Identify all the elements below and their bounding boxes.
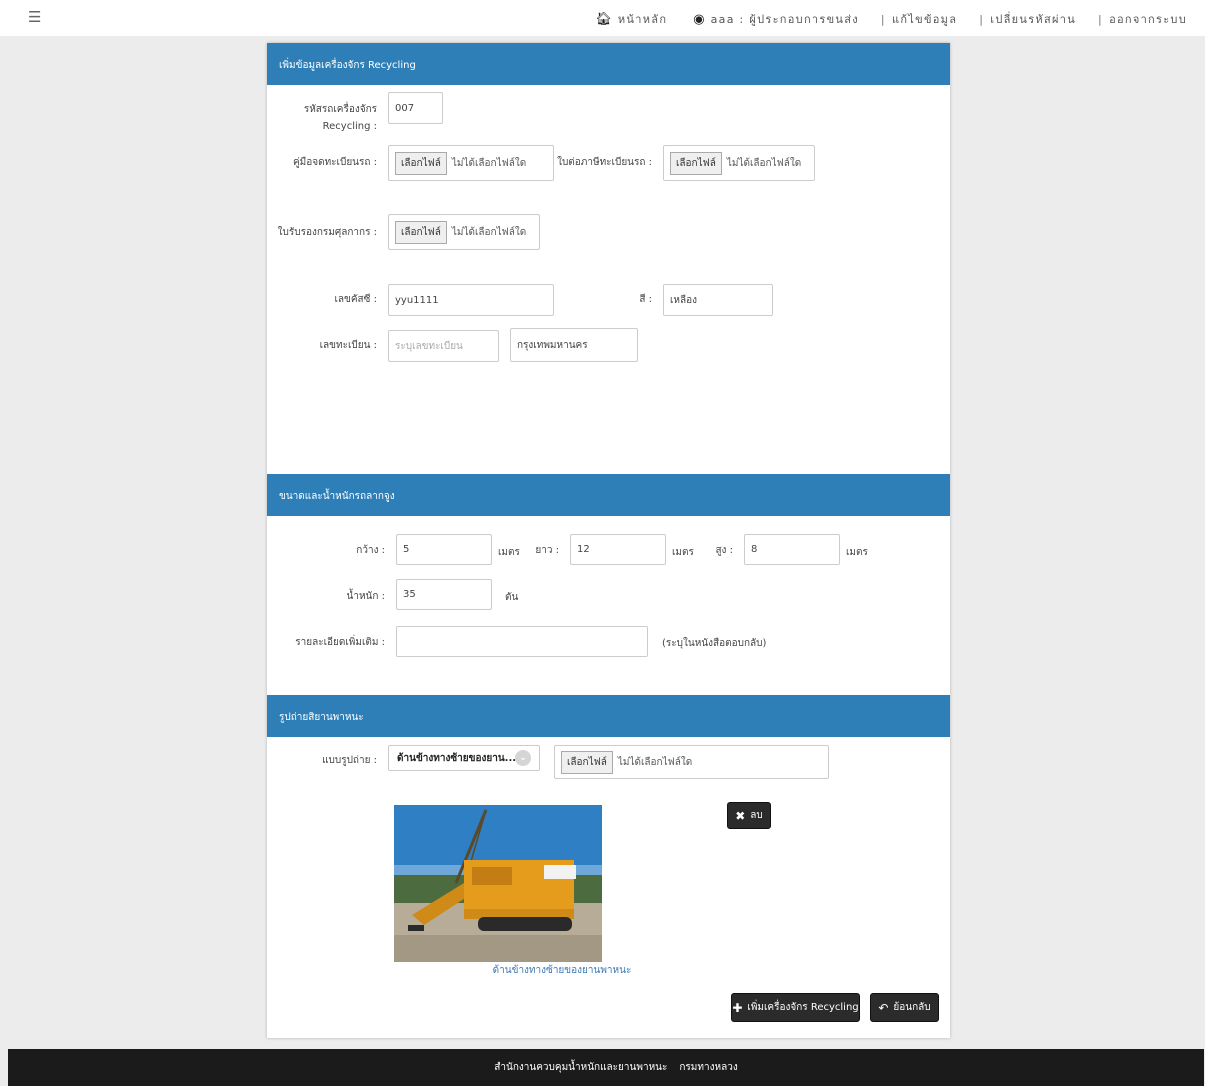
registration-manual-label: คู่มือจดทะเบียนรถ : <box>292 157 377 168</box>
section-header-photos: รูปถ่ายสิยานพาหนะ <box>267 695 950 737</box>
photo-type-label: แบบรูปถ่าย : <box>322 755 377 766</box>
back-label: ย้อนกลับ <box>893 1002 931 1013</box>
detail-note: (ระบุในหนังสือตอบกลับ) <box>662 638 767 649</box>
nav-user-label: aaa : ผู้ประกอบการขนส่ง <box>710 13 859 26</box>
no-file-text: ไม่ได้เลือกไฟล์ใด <box>726 157 802 169</box>
tax-renewal-file-input[interactable]: เลือกไฟล์ ไม่ได้เลือกไฟล์ใด <box>663 145 815 181</box>
nav-password-link[interactable]: | เปลี่ยนรหัสผ่าน <box>979 10 1076 28</box>
close-icon: ✖ <box>735 808 746 823</box>
color-label: สี : <box>639 294 652 305</box>
nav-logout-label: ออกจากระบบ <box>1109 13 1187 26</box>
add-machine-label: เพิ่มเครื่องจักร Recycling <box>747 1002 859 1013</box>
back-button[interactable]: ↶ ย้อนกลับ <box>870 993 939 1022</box>
nav-separator: | <box>880 12 886 26</box>
weight-unit: ตัน <box>505 592 519 603</box>
height-label: สูง : <box>715 545 733 556</box>
nav-user-link[interactable]: ◉ aaa : ผู้ประกอบการขนส่ง <box>693 10 859 28</box>
no-file-text: ไม่ได้เลือกไฟล์ใด <box>451 157 527 169</box>
choose-file-button[interactable]: เลือกไฟล์ <box>395 151 447 175</box>
machine-code-label: รหัสรถเครื่องจักร Recycling : <box>303 104 377 132</box>
chevron-down-icon: ⌄ <box>515 750 531 766</box>
tax-renewal-label: ใบต่อภาษีทะเบียนรถ : <box>557 157 652 168</box>
customs-cert-file-input[interactable]: เลือกไฟล์ ไม่ได้เลือกไฟล์ใด <box>388 214 540 250</box>
length-label: ยาว : <box>535 545 559 556</box>
weight-input[interactable]: 35 <box>396 579 492 610</box>
no-file-text: ไม่ได้เลือกไฟล์ใด <box>617 756 693 768</box>
color-input[interactable]: เหลือง <box>663 284 773 316</box>
length-input[interactable]: 12 <box>570 534 666 565</box>
user-circle-icon: ◉ <box>693 11 705 27</box>
add-machine-button[interactable]: ✚ เพิ่มเครื่องจักร Recycling <box>731 993 860 1022</box>
undo-icon: ↶ <box>878 1000 889 1015</box>
form-panel: เพิ่มข้อมูลเครื่องจักร Recycling รหัสรถเ… <box>267 43 950 1038</box>
nav-separator: | <box>1098 12 1104 26</box>
section-header-dimensions: ขนาดและน้ำหนักรถลากจูง <box>267 474 950 516</box>
hamburger-icon[interactable]: ☰ <box>28 8 41 26</box>
width-unit: เมตร <box>498 547 520 558</box>
top-navbar: ☰ 🏠︎ หน้าหลัก ◉ aaa : ผู้ประกอบการขนส่ง … <box>0 0 1205 36</box>
customs-cert-label: ใบรับรองกรมศุลกากร : <box>277 227 377 238</box>
width-input[interactable]: 5 <box>396 534 492 565</box>
height-unit: เมตร <box>846 547 868 558</box>
weight-label: น้ำหนัก : <box>346 591 385 602</box>
detail-label: รายละเอียดเพิ่มเติม : <box>295 637 385 648</box>
detail-input[interactable] <box>396 626 648 657</box>
machine-code-input[interactable]: 007 <box>388 92 443 124</box>
vehicle-photo <box>394 805 602 962</box>
top-nav-links: 🏠︎ หน้าหลัก ◉ aaa : ผู้ประกอบการขนส่ง | … <box>573 10 1187 28</box>
photo-type-select[interactable]: ด้านข้างทางซ้ายของยาน... ⌄ <box>388 745 540 771</box>
province-input[interactable]: กรุงเทพมหานคร <box>510 328 638 362</box>
nav-home-label: หน้าหลัก <box>617 13 668 26</box>
photo-file-input[interactable]: เลือกไฟล์ ไม่ได้เลือกไฟล์ใด <box>554 745 829 779</box>
delete-label: ลบ <box>750 810 763 821</box>
section-header-machine: เพิ่มข้อมูลเครื่องจักร Recycling <box>267 43 950 85</box>
nav-password-label: เปลี่ยนรหัสผ่าน <box>990 13 1077 26</box>
home-icon: 🏠︎ <box>595 11 612 27</box>
plate-label: เลขทะเบียน : <box>319 340 377 351</box>
no-file-text: ไม่ได้เลือกไฟล์ใด <box>451 226 527 238</box>
nav-separator: | <box>979 12 985 26</box>
vehicle-photo-image <box>394 805 602 962</box>
height-input[interactable]: 8 <box>744 534 840 565</box>
nav-logout-link[interactable]: | ออกจากระบบ <box>1098 10 1187 28</box>
width-label: กว้าง : <box>356 545 385 556</box>
nav-edit-label: แก้ไขข้อมูล <box>891 13 958 26</box>
nav-edit-link[interactable]: | แก้ไขข้อมูล <box>881 10 957 28</box>
vin-label: เลขคัสซี : <box>334 294 377 305</box>
delete-photo-button[interactable]: ✖ ลบ <box>727 802 771 829</box>
choose-file-button[interactable]: เลือกไฟล์ <box>561 750 613 774</box>
footer-dept: กรมทางหลวง <box>679 1062 738 1073</box>
plus-icon: ✚ <box>732 1000 743 1015</box>
photo-caption: ด้านข้างทางซ้ายของยานพาหนะ <box>492 965 632 976</box>
footer-org: สำนักงานควบคุมน้ำหนักและยานพาหนะ <box>494 1062 668 1073</box>
photo-type-value: ด้านข้างทางซ้ายของยาน... <box>397 752 517 764</box>
choose-file-button[interactable]: เลือกไฟล์ <box>395 220 447 244</box>
vin-input[interactable]: yyu1111 <box>388 284 554 316</box>
page-footer: สำนักงานควบคุมน้ำหนักและยานพาหนะ กรมทางห… <box>8 1049 1204 1086</box>
plate-input[interactable]: ระบุเลขทะเบียน <box>388 330 499 362</box>
length-unit: เมตร <box>672 547 694 558</box>
nav-home-link[interactable]: 🏠︎ หน้าหลัก <box>595 10 667 28</box>
registration-manual-file-input[interactable]: เลือกไฟล์ ไม่ได้เลือกไฟล์ใด <box>388 145 554 181</box>
choose-file-button[interactable]: เลือกไฟล์ <box>670 151 722 175</box>
